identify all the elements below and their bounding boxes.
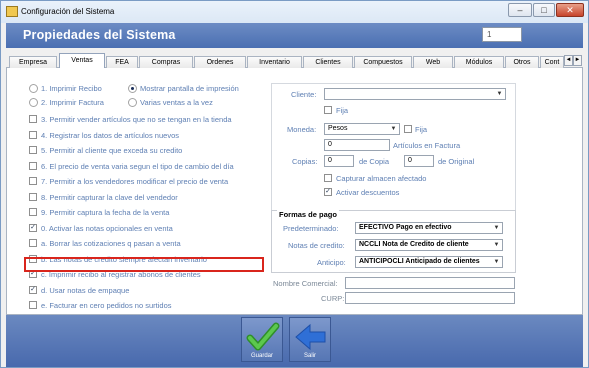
radio-mostrar-pantalla[interactable] [128, 84, 137, 93]
configuration-window: Configuración del Sistema – □ ✕ Propieda… [0, 0, 589, 368]
maximize-button[interactable]: □ [533, 3, 555, 17]
anticipo-dropdown[interactable]: ANTICIPOCLI Anticipado de clientes ▼ [355, 256, 503, 268]
formas-de-pago-title: Formas de pago [277, 210, 339, 219]
capturar-almacen-label: Capturar almacen afectado [336, 174, 427, 183]
nombre-comercial-field[interactable] [345, 277, 515, 289]
de-copia-label: de Copia [359, 157, 390, 166]
option-checkbox[interactable] [29, 146, 37, 154]
title-bar: Configuración del Sistema – □ ✕ [1, 1, 588, 23]
option-label: 5. Permitir al cliente que exceda su cre… [41, 146, 183, 155]
back-arrow-icon [295, 323, 326, 351]
ventas-panel: 1. Imprimir Recibo 2. Imprimir Factura M… [6, 68, 583, 315]
tab-scroll-left-icon[interactable]: ◄ [564, 55, 573, 66]
original-field[interactable]: 0 [404, 155, 434, 167]
option-checkbox[interactable] [29, 115, 37, 123]
option-label: 9. Permitir captura la fecha de la venta [41, 208, 170, 217]
option-checkbox[interactable] [29, 130, 37, 139]
chevron-down-icon: ▼ [496, 91, 503, 97]
option-label: d. Usar notas de empaque [41, 285, 130, 295]
activar-descuentos-checkbox[interactable]: ✓ [324, 188, 332, 196]
footer-bar: Guardar Salir [6, 315, 583, 367]
chevron-down-icon: ▼ [493, 225, 500, 231]
capturar-almacen-checkbox[interactable] [324, 174, 332, 182]
cliente-dropdown[interactable]: ▼ [324, 88, 506, 100]
de-original-label: de Original [438, 157, 475, 166]
option-checkbox[interactable] [29, 192, 37, 201]
checkmark-icon [246, 322, 280, 351]
radio-mostrar-pantalla-label: Mostrar pantalla de impresión [140, 84, 239, 93]
tab-ventas[interactable]: Ventas [59, 53, 105, 69]
copias-label: Copias: [292, 157, 318, 166]
predeterminado-dropdown[interactable]: EFECTIVO Pago en efectivo ▼ [355, 222, 503, 234]
fija-moneda-label: Fija [415, 125, 428, 134]
curp-field[interactable] [345, 292, 515, 304]
radio-imprimir-recibo-label: 1. Imprimir Recibo [41, 84, 102, 93]
anticipo-value: ANTICIPOCLI Anticipado de clientes [359, 258, 480, 265]
close-button[interactable]: ✕ [556, 3, 584, 17]
activar-descuentos-label: Activar descuentos [336, 188, 400, 197]
cliente-label: Cliente: [291, 90, 317, 99]
notas-credito-label: Notas de credito: [288, 241, 345, 250]
radio-imprimir-factura[interactable] [29, 98, 38, 107]
tab-scroll-right-icon[interactable]: ► [573, 55, 582, 66]
moneda-dropdown[interactable]: Pesos ▼ [324, 123, 400, 135]
salir-label: Salir [303, 353, 316, 359]
option-label: 6. El precio de venta varia segun el tip… [41, 161, 234, 171]
chevron-down-icon: ▼ [390, 126, 397, 132]
radio-varias-ventas-label: Varias ventas a la vez [140, 98, 213, 107]
option-checkbox[interactable] [29, 301, 37, 309]
salir-button[interactable]: Salir [289, 317, 331, 362]
guardar-label: Guardar [250, 353, 273, 359]
option-label: 4. Registrar los datos de artículos nuev… [41, 130, 179, 140]
formas-de-pago-group: Formas de pago Predeterminado: EFECTIVO … [271, 210, 516, 273]
option-label: a. Borrar las cotizaciones q pasan a ven… [41, 239, 181, 248]
option-label: 3. Permitir vender artículos que no se t… [41, 115, 232, 124]
moneda-label: Moneda: [287, 125, 317, 134]
header-number-field[interactable]: 1 [482, 27, 522, 42]
fija-cliente-label: Fija [336, 106, 349, 115]
predeterminado-label: Predeterminado: [283, 224, 339, 233]
minimize-button[interactable]: – [508, 3, 532, 17]
curp-label: CURP: [321, 294, 345, 303]
tab-strip: Empresa Ventas FEA Compras Ordenes Inven… [6, 53, 583, 69]
option-label: 8. Permitir capturar la clave del vended… [41, 192, 178, 202]
option-checkbox[interactable] [29, 177, 37, 185]
option-checkbox[interactable] [29, 161, 37, 170]
option-checkbox[interactable] [29, 239, 37, 247]
fija-cliente-checkbox[interactable] [324, 106, 332, 114]
option-checkbox[interactable]: ✓ [29, 223, 37, 232]
guardar-button[interactable]: Guardar [241, 317, 283, 362]
notas-credito-dropdown[interactable]: NCCLI Nota de Credito de cliente ▼ [355, 239, 503, 251]
app-icon [6, 6, 18, 17]
radio-varias-ventas[interactable] [128, 98, 137, 107]
notas-credito-value: NCCLI Nota de Credito de cliente [359, 241, 469, 248]
radio-imprimir-factura-label: 2. Imprimir Factura [41, 98, 104, 107]
predeterminado-value: EFECTIVO Pago en efectivo [359, 224, 452, 231]
chevron-down-icon: ▼ [493, 242, 500, 248]
nombre-comercial-label: Nombre Comercial: [273, 279, 338, 288]
option-label: e. Facturar en cero pedidos no surtidos [41, 301, 172, 310]
radio-imprimir-recibo[interactable] [29, 84, 38, 93]
option-label: 7. Permitir a los vendedores modificar e… [41, 177, 229, 186]
chevron-down-icon: ▼ [493, 259, 500, 265]
option-label: 0. Activar las notas opcionales en venta [41, 223, 173, 233]
fija-moneda-checkbox[interactable] [404, 125, 412, 133]
moneda-value: Pesos [328, 125, 348, 132]
properties-header: Propiedades del Sistema 1 [6, 23, 583, 48]
copias-field[interactable]: 0 [324, 155, 354, 167]
anticipo-label: Anticipo: [317, 258, 346, 267]
window-title: Configuración del Sistema [21, 7, 115, 16]
articulos-field[interactable]: 0 [324, 139, 390, 151]
option-checkbox[interactable] [29, 208, 37, 216]
articulos-label: Artículos en Factura [393, 141, 461, 150]
highlight-box [24, 257, 264, 272]
page-title: Propiedades del Sistema [23, 28, 176, 42]
option-checkbox[interactable]: ✓ [29, 285, 37, 294]
